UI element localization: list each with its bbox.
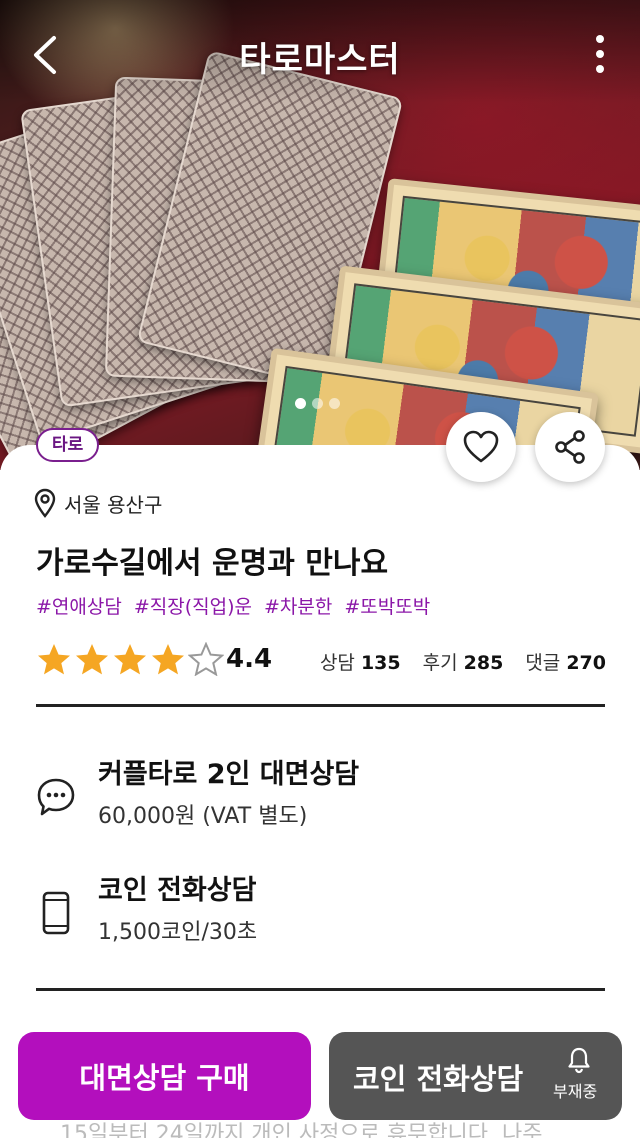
tag-list: #연애상담 #직장(직업)운 #차분한 #또박또박 (36, 592, 430, 619)
stats: 상담 135 후기 285 댓글 270 (320, 648, 606, 675)
service-price: 60,000원 (VAT 별도) (98, 804, 308, 829)
stat-reviews[interactable]: 후기 285 (423, 648, 504, 675)
service-name: 코인 전화상담 (98, 875, 257, 906)
star-filled-icon (114, 644, 146, 675)
absent-status: 부재중 (553, 1082, 598, 1101)
star-rating[interactable] (36, 642, 224, 676)
star-filled-icon (76, 644, 108, 675)
phone-icon (42, 891, 70, 935)
carousel-dot[interactable] (295, 398, 306, 409)
call-button-label: 코인 전화상담 (353, 1062, 524, 1096)
buy-in-person-button[interactable]: 대면상담 구매 (18, 1032, 311, 1120)
star-filled-icon (38, 644, 70, 675)
rating-row: 4.4 상담 135 후기 285 댓글 270 (36, 640, 606, 680)
share-button[interactable] (535, 412, 605, 482)
hashtag[interactable]: #차분한 (264, 592, 332, 619)
star-filled-icon (152, 644, 184, 675)
favorite-button[interactable] (446, 412, 516, 482)
service-price: 1,500코인/30초 (98, 920, 258, 945)
page-title: 타로마스터 (239, 40, 401, 80)
hashtag[interactable]: #또박또박 (344, 592, 430, 619)
star-empty-icon (188, 642, 224, 676)
carousel-dot[interactable] (312, 398, 323, 409)
divider (36, 988, 605, 991)
chat-bubble-icon (37, 778, 75, 816)
divider (36, 704, 605, 707)
bottom-action-bar: 대면상담 구매 코인 전화상담 부재중 (0, 1018, 640, 1138)
category-badge: 타로 (36, 428, 100, 462)
heart-icon (463, 430, 499, 463)
bell-icon (568, 1047, 590, 1074)
rating-value: 4.4 (226, 644, 273, 674)
stat-consultations[interactable]: 상담 135 (320, 648, 401, 675)
stat-comments[interactable]: 댓글 270 (525, 648, 606, 675)
coin-call-button[interactable]: 코인 전화상담 부재중 (329, 1032, 622, 1120)
location: 서울 용산구 (34, 488, 162, 518)
hashtag[interactable]: #직장(직업)운 (134, 592, 252, 619)
location-text: 서울 용산구 (64, 492, 163, 517)
hashtag[interactable]: #연애상담 (36, 592, 122, 619)
shop-title: 가로수길에서 운명과 만나요 (36, 546, 389, 581)
service-item-phone[interactable]: 코인 전화상담 1,500코인/30초 (36, 868, 606, 958)
carousel-dot[interactable] (329, 398, 340, 409)
more-options-button[interactable] (580, 30, 620, 80)
top-bar: 타로마스터 (0, 0, 640, 110)
service-item-in-person[interactable]: 커플타로 2인 대면상담 60,000원 (VAT 별도) (36, 752, 606, 842)
map-pin-icon (34, 488, 56, 518)
share-icon (555, 430, 585, 464)
carousel-indicator (295, 398, 340, 409)
more-vertical-icon (596, 35, 604, 73)
service-name: 커플타로 2인 대면상담 (98, 759, 360, 790)
